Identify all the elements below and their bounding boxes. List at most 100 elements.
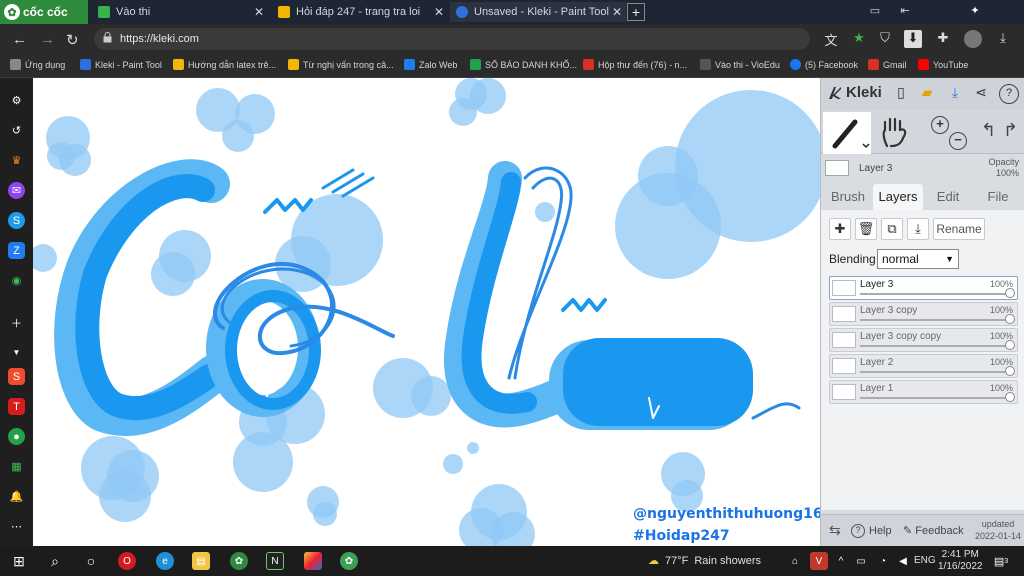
duplicate-layer-icon[interactable]: ⧉ [881,218,903,240]
download-ext-icon[interactable]: ⬇ [904,30,922,48]
translate-icon[interactable]: 文 [822,30,840,48]
close-icon[interactable]: ✕ [612,5,622,19]
gear-icon[interactable]: ⚙ [8,92,25,109]
undo-icon[interactable]: ↰ [981,120,996,141]
avatar[interactable] [964,30,982,48]
drawing-canvas[interactable]: @nguyenthithuhuong16880 #Hoidap247 [33,78,820,546]
taskbar-clock[interactable]: 2:41 PM 1/16/2022 [938,549,983,573]
bookmark-gmail[interactable]: Gmail [868,59,907,70]
bookmark-so-bao-danh[interactable]: SỔ BÁO DANH KHỐ... [470,59,577,70]
tab-edit[interactable]: Edit [923,184,973,210]
opera-icon[interactable]: O [118,552,136,570]
display-icon[interactable]: ▭ [852,552,870,570]
file-explorer-icon[interactable]: ▤ [192,552,210,570]
layer-item[interactable]: Layer 3 copy copy 100% [829,328,1018,352]
edge-icon[interactable]: e [156,552,174,570]
save-download-icon[interactable]: ⤓ [945,84,965,104]
shield-icon[interactable]: ⛉ [876,30,894,48]
skype-icon[interactable]: S [8,212,25,229]
bell-icon[interactable]: 🔔 [8,488,25,505]
help-button[interactable]: ? Help [851,524,892,538]
network-icon[interactable]: ◔ [874,552,892,570]
brush-tool[interactable] [823,112,871,154]
feedback-button[interactable]: ✎ Feedback [903,524,964,537]
bookmark-apps[interactable]: Ứng dụng [10,59,65,70]
more-icon[interactable]: ⋯ [8,518,25,535]
bookmark-vioedu[interactable]: Vào thi - VioEdu [700,59,780,70]
layer-item[interactable]: Layer 1 100% [829,380,1018,404]
bookmark-zalo[interactable]: Zalo Web [404,59,457,70]
zalo-icon[interactable]: Z [8,242,25,259]
zoom-out-button[interactable]: − [949,132,967,150]
slider-knob[interactable] [1005,314,1015,324]
tray-icon[interactable]: ⌂ [786,552,804,570]
layer-opacity-slider[interactable] [860,319,1009,321]
layer-opacity-slider[interactable] [860,371,1009,373]
gamepad-icon[interactable]: ◉ [8,272,25,289]
shopee-icon[interactable]: S [8,368,25,385]
rename-button[interactable]: Rename [933,218,985,240]
notification-icon[interactable]: ▤ 3 [992,552,1010,570]
back-arrow-icon[interactable]: ← [12,31,27,48]
volume-icon[interactable]: ◀ [894,552,912,570]
tiki-icon[interactable]: T [8,398,25,415]
weather-widget[interactable]: ☁ 77°F Rain showers [648,554,761,568]
bookmark-kleki[interactable]: Kleki - Paint Tool [80,59,162,70]
address-bar[interactable]: https://kleki.com [94,28,810,50]
task-view-icon[interactable]: ○ [82,552,100,570]
layer-opacity-slider[interactable] [860,397,1009,399]
crown-icon[interactable]: ♛ [8,152,25,169]
tab-vao-thi[interactable]: Vào thi ✕ [92,2,268,22]
language-indicator[interactable]: ENG [914,555,936,566]
bookmark-tu-nghi-van[interactable]: Từ nghị vấn trong câ... [288,59,394,70]
hand-tool[interactable] [877,116,913,150]
window-cast-icon[interactable]: ▭ [866,4,884,20]
merge-down-icon[interactable]: ⤓ [907,218,929,240]
open-folder-icon[interactable]: ▰ [917,84,937,104]
layer-opacity-slider[interactable] [860,345,1009,347]
new-file-icon[interactable]: ▯ [891,84,911,104]
forward-arrow-icon[interactable]: → [40,31,55,48]
tab-layers[interactable]: Layers [873,184,923,210]
layer-item[interactable]: Layer 2 100% [829,354,1018,378]
bookmark-facebook[interactable]: (5) Facebook [790,59,858,70]
bookmark-latex[interactable]: Hướng dẫn latex trê... [173,59,276,70]
slider-knob[interactable] [1005,392,1015,402]
messenger-icon[interactable]: ✉ [8,182,25,199]
tab-hoidap[interactable]: Hỏi đáp 247 - trang tra loi ✕ [272,2,448,22]
help-icon[interactable]: ? [999,84,1019,104]
windows-start-icon[interactable]: ⊞ [10,552,28,570]
tab-file[interactable]: File [973,184,1023,210]
layer-opacity-slider[interactable] [860,293,1009,295]
layer-item[interactable]: Layer 3 100% [829,276,1018,300]
add-layer-button[interactable]: ✚ [829,218,851,240]
slider-knob[interactable] [1005,340,1015,350]
layer-item[interactable]: Layer 3 copy 100% [829,302,1018,326]
slider-knob[interactable] [1005,366,1015,376]
window-back-icon[interactable]: ⇤ [896,4,914,20]
browser-brand[interactable]: ✿ cốc cốc [0,0,88,24]
updated-info[interactable]: updated 2022-01-14 [975,518,1021,542]
zoom-in-button[interactable]: + [931,116,949,134]
star-icon[interactable]: ★ [850,30,868,48]
chevron-down-icon[interactable]: ▼ [8,344,25,361]
nox-icon[interactable]: N [266,552,284,570]
calculator-icon[interactable]: ▦ [8,458,25,475]
bookmark-youtube[interactable]: YouTube [918,59,968,70]
close-icon[interactable]: ✕ [434,5,444,19]
bookmark-hop-thu[interactable]: Hộp thư đến (76) - n... [583,59,687,70]
redo-icon[interactable]: ↱ [1003,120,1018,141]
vietkey-icon[interactable]: V [810,552,828,570]
coccoc-taskbar-icon[interactable]: ✿ [230,552,248,570]
tab-kleki[interactable]: Unsaved - Kleki - Paint Tool ✕ [450,2,626,22]
puzzle-icon[interactable]: ✚ [934,30,952,48]
share-icon[interactable]: ⋖ [971,84,991,104]
add-icon[interactable]: ＋ [8,314,25,331]
delete-layer-icon[interactable]: 🗑 [855,218,877,240]
download-icon[interactable]: ⤓ [994,30,1012,48]
slider-knob[interactable] [1005,288,1015,298]
reload-icon[interactable]: ↻ [66,31,79,49]
new-tab-button[interactable]: + [627,3,645,21]
tray-chevron-icon[interactable]: ^ [832,552,850,570]
app-green-icon[interactable]: ● [8,428,25,445]
